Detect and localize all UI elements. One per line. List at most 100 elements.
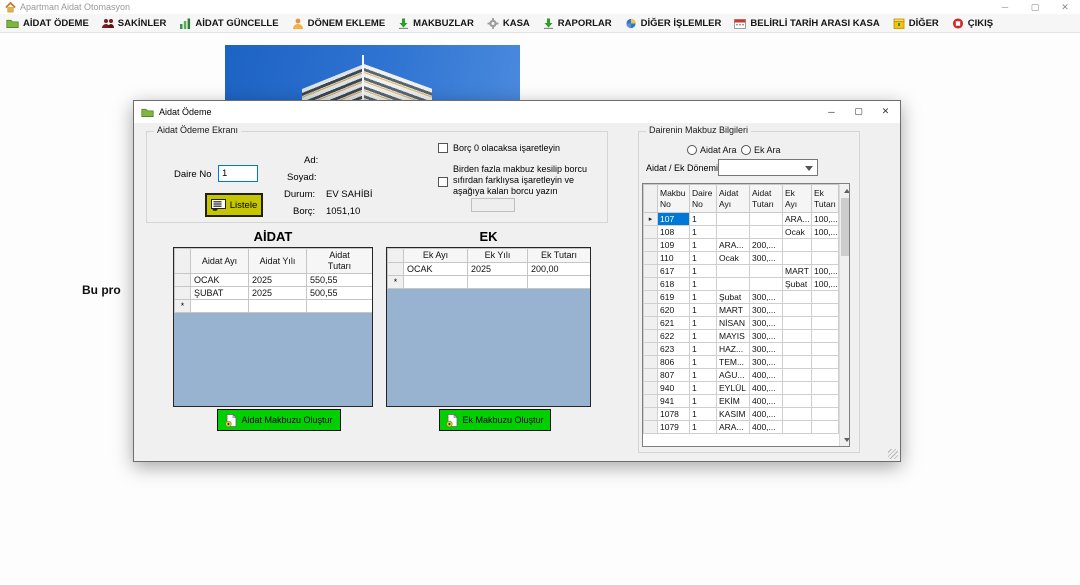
col-ek-tutari[interactable]: Ek Tutarı (812, 185, 839, 213)
grid-cell[interactable]: 300,... (750, 304, 783, 317)
grid-cell[interactable]: 1 (690, 369, 717, 382)
row-selector[interactable] (644, 226, 658, 239)
grid-cell[interactable]: 100,... (812, 278, 839, 291)
grid-cell[interactable] (783, 356, 812, 369)
grid-cell[interactable]: OCAK (404, 263, 468, 276)
daire-no-input[interactable] (218, 165, 258, 182)
grid-cell[interactable] (717, 213, 750, 226)
grid-cell[interactable]: 500,55 (307, 287, 373, 300)
menu-item-kasa[interactable]: KASA (487, 18, 530, 29)
table-row[interactable]: 10791ARA...400,... (644, 421, 839, 434)
row-selector[interactable] (175, 287, 191, 300)
aidat-col-tutari[interactable]: Aidat Tutarı (307, 249, 373, 274)
col-makbuz-no[interactable]: Makbu No (658, 185, 690, 213)
grid-cell[interactable]: 2025 (249, 274, 307, 287)
dialog-titlebar[interactable]: Aidat Ödeme ─ ▢ ✕ (134, 101, 900, 123)
donem-combobox[interactable] (718, 159, 818, 176)
grid-cell[interactable]: Şubat (717, 291, 750, 304)
grid-cell[interactable]: EYLÜL (717, 382, 750, 395)
grid-cell[interactable]: 806 (658, 356, 690, 369)
table-row[interactable]: 6231HAZ...300,... (644, 343, 839, 356)
row-selector[interactable]: ▸ (644, 213, 658, 226)
row-selector[interactable] (175, 274, 191, 287)
grid-cell[interactable]: 200,... (750, 239, 783, 252)
kalan-borc-checkbox[interactable] (438, 177, 448, 187)
grid-cell[interactable]: KASIM (717, 408, 750, 421)
grid-cell[interactable] (783, 343, 812, 356)
grid-cell[interactable]: 1 (690, 317, 717, 330)
grid-cell[interactable]: 300,... (750, 252, 783, 265)
grid-cell[interactable]: 623 (658, 343, 690, 356)
grid-cell[interactable]: 807 (658, 369, 690, 382)
grid-cell[interactable] (783, 330, 812, 343)
grid-cell[interactable] (750, 226, 783, 239)
grid-cell[interactable]: 110 (658, 252, 690, 265)
menu-item-cikis[interactable]: ÇIKIŞ (952, 18, 993, 29)
grid-cell[interactable]: 621 (658, 317, 690, 330)
table-row[interactable]: ŞUBAT2025500,55 (175, 287, 373, 300)
row-selector[interactable] (644, 382, 658, 395)
grid-cell[interactable] (468, 276, 528, 289)
grid-cell[interactable]: 1 (690, 252, 717, 265)
grid-cell[interactable]: 941 (658, 395, 690, 408)
ek-col-tutari[interactable]: Ek Tutarı (528, 249, 591, 263)
grid-cell[interactable]: 400,... (750, 421, 783, 434)
grid-cell[interactable]: ARA... (717, 421, 750, 434)
grid-cell[interactable]: 300,... (750, 356, 783, 369)
grid-cell[interactable]: 109 (658, 239, 690, 252)
grid-cell[interactable] (812, 421, 839, 434)
grid-cell[interactable] (783, 421, 812, 434)
grid-cell[interactable]: 100,... (812, 226, 839, 239)
grid-cell[interactable] (717, 226, 750, 239)
scroll-down-button[interactable] (840, 433, 850, 446)
grid-cell[interactable] (783, 252, 812, 265)
grid-cell[interactable]: 1 (690, 356, 717, 369)
row-selector[interactable] (644, 304, 658, 317)
grid-cell[interactable]: 1078 (658, 408, 690, 421)
grid-cell[interactable]: 1 (690, 408, 717, 421)
grid-cell[interactable]: 1 (690, 213, 717, 226)
dialog-minimize-button[interactable]: ─ (818, 101, 845, 122)
row-selector[interactable] (644, 369, 658, 382)
menu-item-aidat-guncelle[interactable]: AİDAT GÜNCELLE (179, 18, 278, 29)
grid-cell[interactable] (812, 304, 839, 317)
row-selector[interactable] (388, 263, 404, 276)
main-maximize-button[interactable]: ▢ (1020, 0, 1050, 14)
ek-ara-radio[interactable] (741, 145, 751, 155)
row-selector[interactable] (644, 317, 658, 330)
grid-cell[interactable]: 1 (690, 395, 717, 408)
grid-cell[interactable]: 1 (690, 291, 717, 304)
grid-cell[interactable]: MART (783, 265, 812, 278)
grid-cell[interactable]: 1 (690, 278, 717, 291)
col-aidat-tutari[interactable]: Aidat Tutarı (750, 185, 783, 213)
row-selector[interactable] (644, 421, 658, 434)
grid-cell[interactable] (783, 395, 812, 408)
table-row[interactable]: OCAK2025550,55 (175, 274, 373, 287)
row-selector[interactable] (644, 343, 658, 356)
menu-item-aidat-odeme[interactable]: AİDAT ÖDEME (6, 18, 89, 29)
grid-cell[interactable]: 622 (658, 330, 690, 343)
aidat-ara-radio[interactable] (687, 145, 697, 155)
vertical-scrollbar[interactable] (839, 184, 849, 446)
grid-cell[interactable] (783, 317, 812, 330)
menu-item-sakinler[interactable]: SAKİNLER (102, 18, 167, 29)
table-row[interactable]: 9411EKİM400,... (644, 395, 839, 408)
main-minimize-button[interactable]: ─ (990, 0, 1020, 14)
grid-cell[interactable] (750, 278, 783, 291)
grid-cell[interactable]: 550,55 (307, 274, 373, 287)
menu-item-makbuzlar[interactable]: MAKBUZLAR (398, 18, 474, 29)
dialog-maximize-button[interactable]: ▢ (845, 101, 872, 122)
grid-cell[interactable] (717, 265, 750, 278)
grid-cell[interactable]: HAZ... (717, 343, 750, 356)
grid-cell[interactable]: NİSAN (717, 317, 750, 330)
grid-cell[interactable]: 1 (690, 382, 717, 395)
dialog-close-button[interactable]: ✕ (872, 101, 899, 122)
menu-item-raporlar[interactable]: RAPORLAR (543, 18, 612, 29)
table-row[interactable]: 8071AĞU...400,... (644, 369, 839, 382)
grid-cell[interactable] (812, 239, 839, 252)
kalan-borc-input[interactable] (471, 198, 515, 212)
row-selector[interactable] (644, 408, 658, 421)
grid-cell[interactable]: 400,... (750, 369, 783, 382)
scrollbar-thumb[interactable] (841, 198, 850, 256)
grid-cell[interactable] (783, 369, 812, 382)
